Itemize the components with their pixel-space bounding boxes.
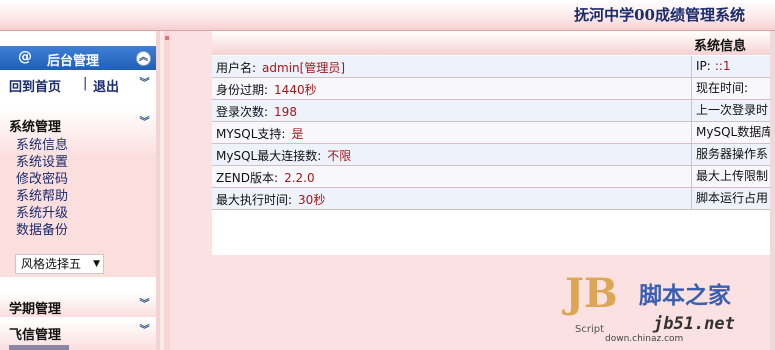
table-row: 用户名: admin[管理员] IP:::1	[212, 56, 775, 78]
table-row: MySQL最大连接数: 不限 服务器操作系	[212, 144, 775, 166]
system-info-header: 系统信息	[212, 31, 775, 55]
row-key: ZEND版本:	[216, 171, 279, 185]
cutoff-item	[9, 345, 69, 350]
system-panel-title[interactable]: 系统管理	[9, 116, 61, 135]
row-value: 不限	[327, 149, 352, 163]
watermark-url: down.chinaz.com	[605, 334, 684, 344]
term-panel-title[interactable]: 学期管理	[9, 298, 61, 317]
system-panel: 系统管理 ︾ 系统信息 系统设置 修改密码 系统帮助 系统升级 数据备份 风格选…	[0, 107, 156, 277]
menu-item-system-info[interactable]: 系统信息	[16, 137, 68, 154]
menu-item-data-backup[interactable]: 数据备份	[16, 222, 68, 239]
row-right-key: 脚本运行占用	[696, 191, 769, 205]
home-link[interactable]: 回到首页	[9, 76, 61, 95]
style-select[interactable]: 风格选择五 ▼	[15, 254, 104, 274]
row-key: 身份过期:	[216, 83, 269, 97]
info-rows: 用户名: admin[管理员] IP:::1 身份过期: 1440秒 现在时间: 登…	[212, 56, 775, 210]
table-row: 身份过期: 1440秒 现在时间:	[212, 78, 775, 100]
row-right-key: 服务器操作系	[696, 147, 769, 161]
logout-link[interactable]: 退出	[93, 76, 119, 95]
style-select-value: 风格选择五	[21, 257, 82, 271]
fx-panel-title[interactable]: 飞信管理	[9, 324, 61, 343]
fx-panel: 飞信管理 ︾	[0, 319, 156, 350]
menu-item-system-upgrade[interactable]: 系统升级	[16, 205, 68, 222]
chevron-double-down-icon[interactable]: ︾	[138, 78, 151, 91]
row-right-key: MySQL数据库	[696, 125, 774, 139]
row-value: 1440秒	[274, 83, 317, 97]
menu-item-system-help[interactable]: 系统帮助	[16, 188, 68, 205]
divider-handle-icon[interactable]	[165, 36, 169, 40]
row-key: MYSQL支持:	[216, 127, 286, 141]
sidebar-edge	[156, 31, 160, 350]
top-header: 抚河中学00成绩管理系统	[0, 0, 775, 31]
row-key: 用户名:	[216, 61, 257, 75]
table-row: MYSQL支持: 是 MySQL数据库	[212, 122, 775, 144]
chevron-double-down-icon[interactable]: ︾	[138, 117, 151, 130]
system-title: 抚河中学00成绩管理系统	[574, 6, 745, 24]
row-right-key: 现在时间:	[696, 81, 749, 95]
link-separator: |	[83, 76, 88, 91]
quick-links: 回到首页 | 退出 ︾	[0, 71, 156, 97]
watermark-logo: JB	[565, 270, 618, 317]
row-value: 2.2.0	[284, 171, 315, 185]
watermark-en: jb51.net	[653, 314, 735, 334]
sidebar-header: @ 后台管理 ︽	[0, 46, 156, 70]
table-row: 最大执行时间: 30秒 脚本运行占用	[212, 188, 775, 210]
system-menu: 系统信息 系统设置 修改密码 系统帮助 系统升级 数据备份	[16, 137, 68, 239]
watermark: JB Script 脚本之家 jb51.net down.chinaz.com	[565, 268, 775, 350]
chevron-double-down-icon[interactable]: ︾	[138, 325, 151, 338]
at-icon: @	[18, 49, 32, 65]
system-info-table: 系统信息 用户名: admin[管理员] IP:::1 身份过期: 1440秒 现在…	[212, 31, 775, 255]
row-right-value: ::1	[714, 59, 731, 73]
row-value: admin[管理员]	[262, 61, 346, 75]
row-right-key: 最大上传限制	[696, 169, 769, 183]
term-panel: 学期管理 ︾	[0, 293, 156, 317]
table-row: 登录次数: 198 上一次登录时	[212, 100, 775, 122]
menu-item-system-settings[interactable]: 系统设置	[16, 154, 68, 171]
row-value: 198	[274, 105, 297, 119]
watermark-logo-sub: Script	[575, 324, 605, 335]
chevron-double-up-icon[interactable]: ︽	[136, 51, 151, 66]
section-title: 系统信息	[694, 39, 747, 54]
triangle-down-icon: ▼	[93, 259, 100, 269]
sidebar: @ 后台管理 ︽ 回到首页 | 退出 ︾ 系统管理 ︾ 系统信息 系统设置 修改…	[0, 31, 160, 350]
row-value: 是	[291, 127, 304, 141]
row-key: 登录次数:	[216, 105, 269, 119]
menu-item-change-password[interactable]: 修改密码	[16, 171, 68, 188]
row-key: MySQL最大连接数:	[216, 149, 322, 163]
table-row: ZEND版本: 2.2.0 最大上传限制	[212, 166, 775, 188]
chevron-double-down-icon[interactable]: ︾	[138, 299, 151, 312]
row-right-key: 上一次登录时	[696, 103, 769, 117]
watermark-cn: 脚本之家	[639, 283, 731, 309]
sidebar-title: 后台管理	[47, 54, 100, 69]
row-value: 30秒	[298, 193, 326, 207]
row-key: 最大执行时间:	[216, 193, 293, 207]
row-right-key: IP:	[696, 59, 711, 73]
